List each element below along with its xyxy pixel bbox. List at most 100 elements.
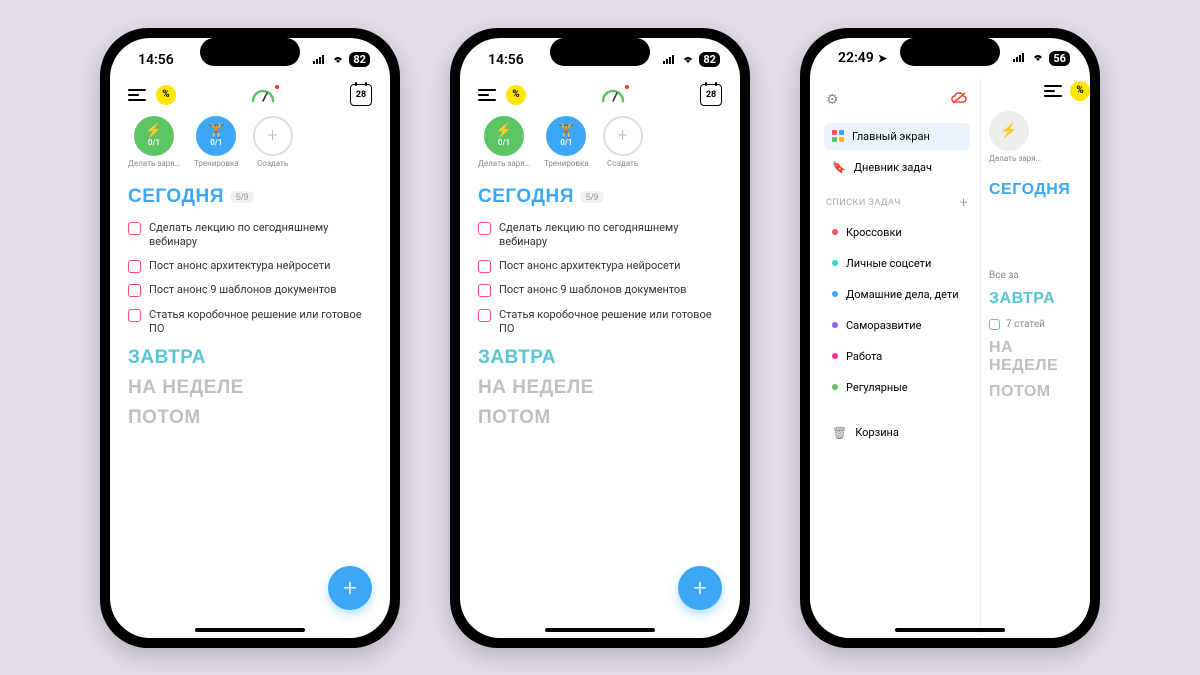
checkbox[interactable] xyxy=(128,284,141,297)
list-dot xyxy=(832,229,838,235)
section-tomorrow[interactable]: ЗАВТРА xyxy=(478,347,722,369)
main-behind[interactable]: % ⚡ Делать заря… СЕГОДНЯ Все за ЗАВТРА 7… xyxy=(980,79,1090,638)
section-today[interactable]: СЕГОДНЯ 5/9 xyxy=(128,186,372,208)
habit-item[interactable]: ⚡0/1Делать заря… xyxy=(478,116,530,168)
task-text: Статья коробочное решение или готовое ПО xyxy=(149,308,372,337)
add-list-icon[interactable]: + xyxy=(960,195,968,211)
add-task-fab[interactable]: + xyxy=(328,566,372,610)
cellular-icon xyxy=(663,53,677,67)
habit-create[interactable]: +Создать xyxy=(603,116,643,168)
time-label: 22:49 xyxy=(838,50,874,66)
checkbox[interactable] xyxy=(478,260,491,273)
habit-item[interactable]: 🏋0/1Тренировка xyxy=(544,116,589,168)
calendar-icon[interactable]: 28 xyxy=(350,84,372,106)
habit-label: Делать заря… xyxy=(128,159,180,168)
sidebar-list-item[interactable]: Работа xyxy=(824,343,970,370)
section-tomorrow: ЗАВТРА xyxy=(989,290,1072,308)
count-badge: 5/9 xyxy=(230,191,255,203)
home-indicator[interactable] xyxy=(545,628,655,632)
habit-create[interactable]: + Создать xyxy=(253,116,293,168)
wifi-icon xyxy=(681,53,695,67)
promo-badge[interactable]: % xyxy=(156,85,176,105)
checkbox[interactable] xyxy=(128,260,141,273)
notch xyxy=(200,38,300,66)
checkbox[interactable] xyxy=(478,222,491,235)
status-icons: 82 xyxy=(313,52,370,67)
task-row[interactable]: Статья коробочное решение или готовое ПО xyxy=(478,303,722,342)
screen: 14:56 82 % 28 xyxy=(110,38,390,638)
notch xyxy=(550,38,650,66)
cloud-off-icon[interactable] xyxy=(950,91,968,109)
section-week[interactable]: НА НЕДЕЛЕ xyxy=(478,377,722,399)
gauge-icon[interactable] xyxy=(599,87,627,103)
habit-circle: ⚡ 0/1 xyxy=(134,116,174,156)
section-today: СЕГОДНЯ xyxy=(989,181,1072,199)
task-text: Пост анонс 9 шаблонов документов xyxy=(149,283,337,297)
habit-label: Тренировка xyxy=(194,159,239,168)
grid-icon xyxy=(832,130,844,142)
toolbar: % 28 xyxy=(460,82,740,114)
gear-icon[interactable]: ⚙ xyxy=(826,92,839,108)
checkbox[interactable] xyxy=(478,284,491,297)
plus-icon: + xyxy=(603,116,643,156)
promo-badge[interactable]: % xyxy=(1070,81,1090,101)
status-time: 14:56 xyxy=(138,52,174,68)
task-text: Пост анонс архитектура нейросети xyxy=(149,259,330,273)
task-row[interactable]: Статья коробочное решение или готовое ПО xyxy=(128,303,372,342)
add-task-fab[interactable]: + xyxy=(678,566,722,610)
sidebar-layout: ⚙ Главный экран 🔖 Дневник задач СПИСКИ З… xyxy=(810,79,1090,638)
checkbox[interactable] xyxy=(128,309,141,322)
section-week[interactable]: НА НЕДЕЛЕ xyxy=(128,377,372,399)
home-indicator[interactable] xyxy=(895,628,1005,632)
sidebar-item-diary[interactable]: 🔖 Дневник задач xyxy=(824,154,970,181)
checkbox[interactable] xyxy=(128,222,141,235)
section-week: НА НЕДЕЛЕ xyxy=(989,339,1072,375)
task-row[interactable]: Пост анонс архитектура нейросети xyxy=(128,254,372,278)
habits-row: ⚡ 0/1 Делать заря… 🏋 0/1 Тренировка + Со… xyxy=(110,114,390,174)
checkbox[interactable] xyxy=(478,309,491,322)
menu-icon[interactable] xyxy=(478,89,496,101)
habit-item[interactable]: ⚡ 0/1 Делать заря… xyxy=(128,116,180,168)
section-later[interactable]: ПОТОМ xyxy=(478,407,722,429)
habit-item[interactable]: 🏋 0/1 Тренировка xyxy=(194,116,239,168)
task-row: 7 статей xyxy=(989,316,1072,333)
task-row[interactable]: Пост анонс 9 шаблонов документов xyxy=(128,278,372,302)
task-row[interactable]: Пост анонс архитектура нейросети xyxy=(478,254,722,278)
bolt-icon: ⚡ xyxy=(1000,124,1017,138)
location-icon: ➤ xyxy=(878,52,887,65)
habit-progress: 0/1 xyxy=(148,138,160,147)
task-row[interactable]: Сделать лекцию по сегодняшнему вебинару xyxy=(478,216,722,255)
section-today[interactable]: СЕГОДНЯ5/9 xyxy=(478,186,722,208)
menu-icon[interactable] xyxy=(1044,85,1062,97)
sidebar-list-item[interactable]: Личные соцсети xyxy=(824,250,970,277)
menu-icon[interactable] xyxy=(128,89,146,101)
sidebar-list-item[interactable]: Кроссовки xyxy=(824,219,970,246)
promo-badge[interactable]: % xyxy=(506,85,526,105)
sidebar-trash[interactable]: 🗑 Корзина xyxy=(824,419,970,447)
screen: 14:56 82 % 28 ⚡0/1Делать заря… 🏋0/1Трени… xyxy=(460,38,740,638)
habit-circle: 🏋 0/1 xyxy=(196,116,236,156)
cellular-icon xyxy=(313,53,327,67)
task-row[interactable]: Пост анонс 9 шаблонов документов xyxy=(478,278,722,302)
gauge-icon[interactable] xyxy=(249,87,277,103)
task-row[interactable]: Сделать лекцию по сегодняшнему вебинару xyxy=(128,216,372,255)
trash-icon: 🗑 xyxy=(832,426,847,440)
phone-2: 14:56 82 % 28 ⚡0/1Делать заря… 🏋0/1Трени… xyxy=(450,28,750,648)
phone-3: 22:49 ➤ 56 ⚙ Главный экран xyxy=(800,28,1100,648)
status-icons: 56 xyxy=(1013,51,1070,66)
cellular-icon xyxy=(1013,51,1027,65)
sidebar-list-item[interactable]: Саморазвитие xyxy=(824,312,970,339)
notification-dot xyxy=(275,85,279,89)
status-icons: 82 xyxy=(663,52,720,67)
wifi-icon xyxy=(331,53,345,67)
home-indicator[interactable] xyxy=(195,628,305,632)
calendar-icon[interactable]: 28 xyxy=(700,84,722,106)
sidebar-list-item[interactable]: Регулярные xyxy=(824,374,970,401)
sidebar-item-main[interactable]: Главный экран xyxy=(824,123,970,150)
sidebar-list-item[interactable]: Домашние дела, дети xyxy=(824,281,970,308)
dumbbell-icon: 🏋 xyxy=(208,124,225,138)
section-later[interactable]: ПОТОМ xyxy=(128,407,372,429)
section-tomorrow[interactable]: ЗАВТРА xyxy=(128,347,372,369)
battery-badge: 82 xyxy=(349,52,370,67)
battery-badge: 82 xyxy=(699,52,720,67)
